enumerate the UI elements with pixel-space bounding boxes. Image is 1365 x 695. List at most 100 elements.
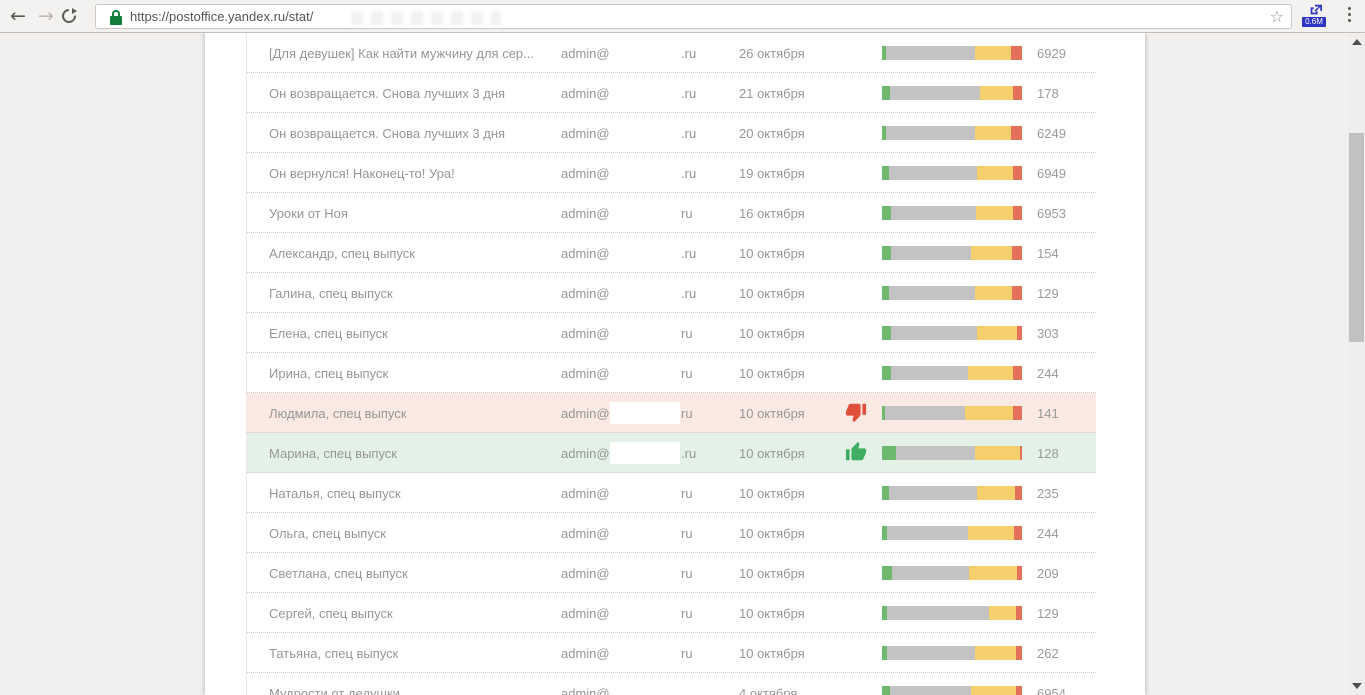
bar-segment-gray [887,646,975,660]
table-row[interactable]: Наталья, спец выпуск admin@ ru 10 октябр… [247,473,1096,513]
bar-segment-yellow [975,446,1020,460]
recipient-count: 129 [1037,286,1059,301]
table-row[interactable]: Александр, спец выпуск admin@ .ru 10 окт… [247,233,1096,273]
table-row[interactable]: Он возвращается. Снова лучших 3 дня admi… [247,73,1096,113]
sender-email-tld: .ru [681,126,696,141]
url-text[interactable]: https://postoffice.yandex.ru/stat/ [130,9,313,24]
bar-segment-yellow [975,286,1012,300]
send-date: 10 октября [739,406,805,421]
email-domain-mask [610,562,680,584]
campaign-subject: Елена, спец выпуск [269,326,388,341]
bar-segment-gray [889,486,977,500]
delivery-stats-bar [882,286,1022,300]
secure-lock-icon[interactable] [110,10,122,25]
bookmark-star-icon[interactable]: ☆ [1270,7,1284,26]
reload-icon[interactable] [62,9,77,24]
rating-icon [845,121,869,145]
bar-segment-green [882,486,889,500]
recipient-count: 129 [1037,606,1059,621]
delivery-stats-bar [882,526,1022,540]
table-row[interactable]: Марина, спец выпуск admin@ .ru 10 октябр… [247,433,1096,473]
delivery-stats-bar [882,406,1022,420]
recipient-count: 6249 [1037,126,1066,141]
external-link-icon [1307,3,1323,17]
page-scrollbar[interactable] [1348,33,1365,695]
recipient-count: 6929 [1037,46,1066,61]
sender-email: admin@ [561,446,610,461]
send-date: 10 октября [739,366,805,381]
rating-icon [845,201,869,225]
send-date: 10 октября [739,286,805,301]
bar-segment-yellow [977,166,1013,180]
scroll-up-icon[interactable] [1352,39,1362,45]
send-date: 10 октября [739,606,805,621]
address-bar[interactable]: https://postoffice.yandex.ru/stat/ ☆ [95,4,1292,29]
email-domain-mask [610,322,680,344]
recipient-count: 178 [1037,86,1059,101]
forward-icon[interactable]: → [32,3,60,31]
recipient-count: 303 [1037,326,1059,341]
sender-email-tld: ru [681,366,693,381]
bar-segment-red [1016,646,1022,660]
email-domain-mask [610,362,680,384]
bar-segment-green [882,326,891,340]
send-date: 16 октября [739,206,805,221]
sender-email-tld: .ru [681,246,696,261]
rating-icon [845,241,869,265]
browser-menu-icon[interactable] [1343,7,1355,27]
rating-icon [845,681,869,695]
bar-segment-green [882,166,889,180]
content-panel: [Для девушек] Как найти мужчину для сер.… [205,33,1145,695]
bar-segment-gray [886,126,975,140]
sender-email-tld: .ru [681,86,696,101]
rating-icon [845,161,869,185]
rating-icon [845,441,869,465]
bar-segment-yellow [975,46,1011,60]
table-row[interactable]: Галина, спец выпуск admin@ .ru 10 октябр… [247,273,1096,313]
recipient-count: 209 [1037,566,1059,581]
table-row[interactable]: Светлана, спец выпуск admin@ ru 10 октяб… [247,553,1096,593]
bar-segment-green [882,206,891,220]
campaign-subject: [Для девушек] Как найти мужчину для сер.… [269,46,534,61]
bar-segment-yellow [969,566,1017,580]
rating-icon [845,561,869,585]
table-row[interactable]: Уроки от Ноя admin@ ru 16 октября 6953 [247,193,1096,233]
bar-segment-yellow [977,326,1017,340]
recipient-count: 235 [1037,486,1059,501]
table-row[interactable]: Сергей, спец выпуск admin@ ru 10 октября… [247,593,1096,633]
bar-segment-red [1011,46,1022,60]
bar-segment-gray [890,686,971,695]
send-date: 10 октября [739,646,805,661]
back-icon[interactable]: ← [4,3,32,31]
sender-email-tld: ru [681,526,693,541]
email-domain-mask [610,602,680,624]
table-row[interactable]: Мудрости от дедушки admin@ 4 октября 695… [247,673,1096,695]
sender-email: admin@ [561,86,610,101]
table-row[interactable]: Ирина, спец выпуск admin@ ru 10 октября … [247,353,1096,393]
delivery-stats-bar [882,246,1022,260]
table-row[interactable]: Ольга, спец выпуск admin@ ru 10 октября … [247,513,1096,553]
sender-email-tld: .ru [681,166,696,181]
table-row[interactable]: Елена, спец выпуск admin@ ru 10 октября … [247,313,1096,353]
table-row[interactable]: Он вернулся! Наконец-то! Ура! admin@ .ru… [247,153,1096,193]
bar-segment-red [1013,86,1022,100]
sender-email-tld: ru [681,326,693,341]
scroll-down-icon[interactable] [1352,683,1362,689]
extension-button[interactable]: 0.6M [1302,3,1328,31]
table-row[interactable]: Он возвращается. Снова лучших 3 дня admi… [247,113,1096,153]
table-row[interactable]: Татьяна, спец выпуск admin@ ru 10 октябр… [247,633,1096,673]
campaign-subject: Он возвращается. Снова лучших 3 дня [269,86,505,101]
bar-segment-green [882,686,890,695]
bar-segment-yellow [975,646,1016,660]
bar-segment-red [1017,326,1022,340]
recipient-count: 128 [1037,446,1059,461]
bar-segment-yellow [971,246,1012,260]
table-row[interactable]: [Для девушек] Как найти мужчину для сер.… [247,33,1096,73]
rating-icon [845,481,869,505]
table-row[interactable]: Людмила, спец выпуск admin@ ru 10 октябр… [247,393,1096,433]
email-domain-mask [610,522,680,544]
scrollbar-thumb[interactable] [1349,133,1364,342]
email-domain-mask [610,162,680,184]
sender-email-tld: ru [681,206,693,221]
bar-segment-red [1020,446,1022,460]
